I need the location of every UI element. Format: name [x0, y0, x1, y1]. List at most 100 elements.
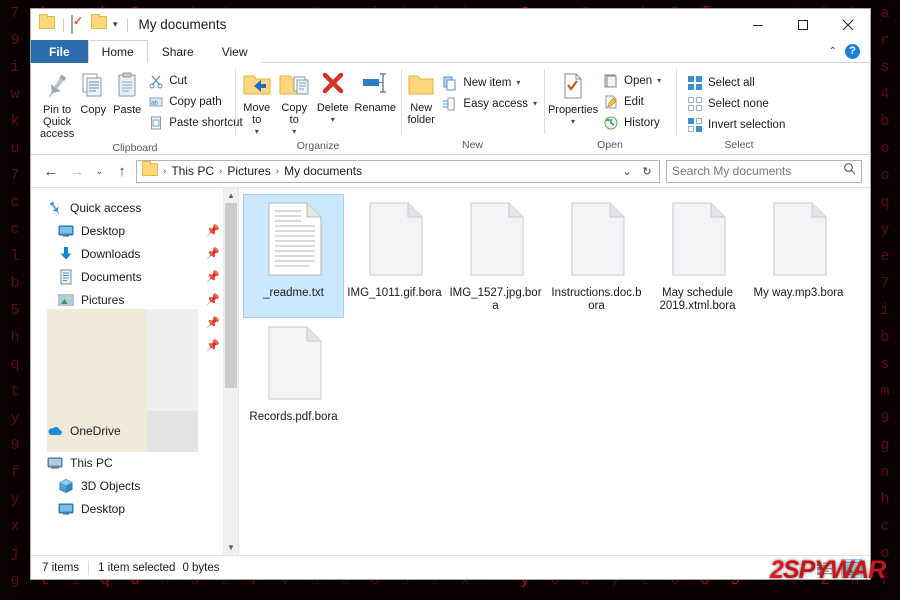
tab-file[interactable]: File — [31, 40, 88, 63]
pin-icon-desktop[interactable]: 📌 — [206, 224, 220, 237]
pin-icon-pictures[interactable]: 📌 — [206, 293, 220, 306]
breadcrumb[interactable]: › This PC › Pictures › My documents ⌄ ↻ — [136, 159, 660, 183]
ribbon-group-select: Select all Select none Invert selection — [676, 63, 802, 154]
copy-to-dropdown-icon[interactable]: ▾ — [292, 126, 296, 138]
sidebar-item-desktop[interactable]: Desktop 📌 — [31, 219, 238, 242]
invert-selection-button[interactable]: Invert selection — [683, 114, 789, 135]
tab-home[interactable]: Home — [87, 40, 148, 63]
close-button[interactable] — [825, 9, 870, 40]
easy-access-dropdown-icon[interactable]: ▾ — [533, 99, 537, 108]
breadcrumb-item-this-pc[interactable]: This PC — [167, 164, 218, 178]
sidebar-label-documents: Documents — [81, 269, 142, 284]
new-folder-label: New folder — [407, 102, 435, 126]
sidebar-item-this-pc[interactable]: This PC — [31, 451, 238, 474]
sidebar-item-quick-access[interactable]: Quick access — [31, 196, 238, 219]
paste-shortcut-icon — [148, 115, 164, 131]
recent-locations-button[interactable]: ⌄ — [91, 159, 108, 183]
sidebar-item-desktop-2[interactable]: Desktop — [31, 497, 238, 520]
file-item-img-1011[interactable]: IMG_1011.gif.bora — [344, 194, 445, 318]
forward-button[interactable]: → — [65, 159, 89, 183]
file-name-readme: _readme.txt — [263, 287, 324, 299]
new-item-dropdown-icon[interactable]: ▾ — [516, 78, 520, 87]
sidebar-item-downloads[interactable]: Downloads 📌 — [31, 242, 238, 265]
file-item-records[interactable]: Records.pdf.bora — [243, 318, 344, 442]
move-to-button[interactable]: Move to ▾ — [238, 68, 276, 138]
easy-access-button[interactable]: Easy access ▾ — [438, 93, 541, 114]
history-icon — [603, 115, 619, 131]
help-icon[interactable]: ? — [845, 43, 860, 59]
breadcrumb-item-pictures[interactable]: Pictures — [223, 164, 274, 178]
copy-to-button[interactable]: Copy to ▾ — [276, 68, 314, 138]
pin-icon-documents[interactable]: 📌 — [206, 270, 220, 283]
edit-button[interactable]: Edit — [599, 91, 665, 112]
file-item-img-1527[interactable]: IMG_1527.jpg.bora — [445, 194, 546, 318]
scissors-icon — [148, 73, 164, 89]
blank-document-icon-4 — [669, 202, 727, 281]
scroll-up-arrow-icon[interactable]: ▲ — [224, 188, 238, 203]
tab-share[interactable]: Share — [148, 40, 208, 63]
copy-button[interactable]: Copy — [76, 68, 110, 116]
pin-icon-redacted-2[interactable]: 📌 — [206, 339, 220, 352]
properties-icon[interactable] — [71, 15, 88, 34]
pin-icon-redacted-1[interactable]: 📌 — [206, 316, 220, 329]
file-name-records: Records.pdf.bora — [249, 411, 338, 423]
file-item-may-schedule[interactable]: May schedule 2019.xtml.bora — [647, 194, 748, 318]
paste-button[interactable]: Paste — [110, 68, 144, 116]
new-item-button[interactable]: New item ▾ — [438, 72, 541, 93]
file-list-view[interactable]: _readme.txt IMG_1011.gif.bora IMG_1527.j… — [238, 188, 870, 555]
pin-icon-downloads[interactable]: 📌 — [206, 247, 220, 260]
status-item-count: 7 items — [42, 561, 80, 574]
collapse-ribbon-icon[interactable]: ⌃ — [829, 46, 837, 57]
chevron-down-icon[interactable]: ▾ — [113, 20, 118, 29]
text-document-icon — [265, 202, 323, 281]
select-all-button[interactable]: Select all — [683, 72, 789, 93]
sidebar-item-onedrive[interactable]: OneDrive — [31, 419, 238, 442]
copy-path-button[interactable]: ab Copy path — [144, 91, 247, 112]
cut-button[interactable]: Cut — [144, 70, 247, 91]
sidebar-item-pictures[interactable]: Pictures 📌 — [31, 288, 238, 311]
delete-dropdown-icon[interactable]: ▾ — [331, 114, 335, 126]
ribbon: Pin to Quick access Copy Paste Cut ab Co… — [31, 63, 870, 155]
delete-button[interactable]: Delete ▾ — [313, 68, 352, 126]
new-folder-button[interactable]: New folder — [404, 68, 438, 126]
file-item-instructions[interactable]: Instructions.doc.bora — [546, 194, 647, 318]
navigation-pane-scrollbar[interactable]: ▲ ▼ — [223, 188, 238, 555]
address-dropdown-icon[interactable]: ⌄ — [617, 165, 637, 178]
search-input[interactable]: Search My documents — [666, 159, 862, 183]
file-item-readme[interactable]: _readme.txt — [243, 194, 344, 318]
paste-shortcut-button[interactable]: Paste shortcut — [144, 112, 247, 133]
properties-dropdown-icon[interactable]: ▾ — [571, 116, 575, 128]
pin-to-quick-access-button[interactable]: Pin to Quick access — [38, 68, 76, 140]
up-button[interactable]: ↑ — [110, 159, 134, 183]
easy-access-label: Easy access — [463, 97, 528, 110]
move-to-dropdown-icon[interactable]: ▾ — [255, 126, 259, 138]
open-dropdown-icon[interactable]: ▾ — [657, 76, 661, 85]
back-button[interactable]: ← — [39, 159, 63, 183]
minimize-button[interactable] — [735, 9, 780, 40]
sidebar-item-documents[interactable]: Documents 📌 — [31, 265, 238, 288]
blank-document-icon — [366, 202, 424, 281]
file-item-my-way[interactable]: My way.mp3.bora — [748, 194, 849, 318]
properties-button[interactable]: Properties ▾ — [547, 68, 599, 128]
select-none-button[interactable]: Select none — [683, 93, 789, 114]
history-button[interactable]: History — [599, 112, 665, 133]
rename-label: Rename — [354, 102, 396, 114]
maximize-button[interactable] — [780, 9, 825, 40]
magnifier-icon[interactable] — [843, 162, 856, 180]
clipboard-small-commands: Cut ab Copy path Paste shortcut — [144, 68, 247, 133]
refresh-icon[interactable]: ↻ — [637, 165, 657, 178]
folder-icon[interactable] — [39, 14, 56, 33]
rename-button[interactable]: Rename — [352, 68, 398, 114]
window-title: My documents — [138, 17, 227, 32]
scrollbar-thumb[interactable] — [225, 203, 237, 388]
open-small-commands: Open ▾ Edit History — [599, 68, 665, 133]
breadcrumb-item-my-documents[interactable]: My documents — [280, 164, 366, 178]
properties-label: Properties — [547, 104, 599, 116]
scroll-down-arrow-icon[interactable]: ▼ — [224, 540, 238, 555]
open-button[interactable]: Open ▾ — [599, 70, 665, 91]
tab-view[interactable]: View — [208, 40, 262, 63]
sidebar-item-3d-objects[interactable]: 3D Objects — [31, 474, 238, 497]
file-name-my-way: My way.mp3.bora — [753, 287, 844, 299]
folder-new-icon[interactable] — [91, 14, 108, 33]
file-name-img-1527: IMG_1527.jpg.bora — [449, 287, 542, 312]
